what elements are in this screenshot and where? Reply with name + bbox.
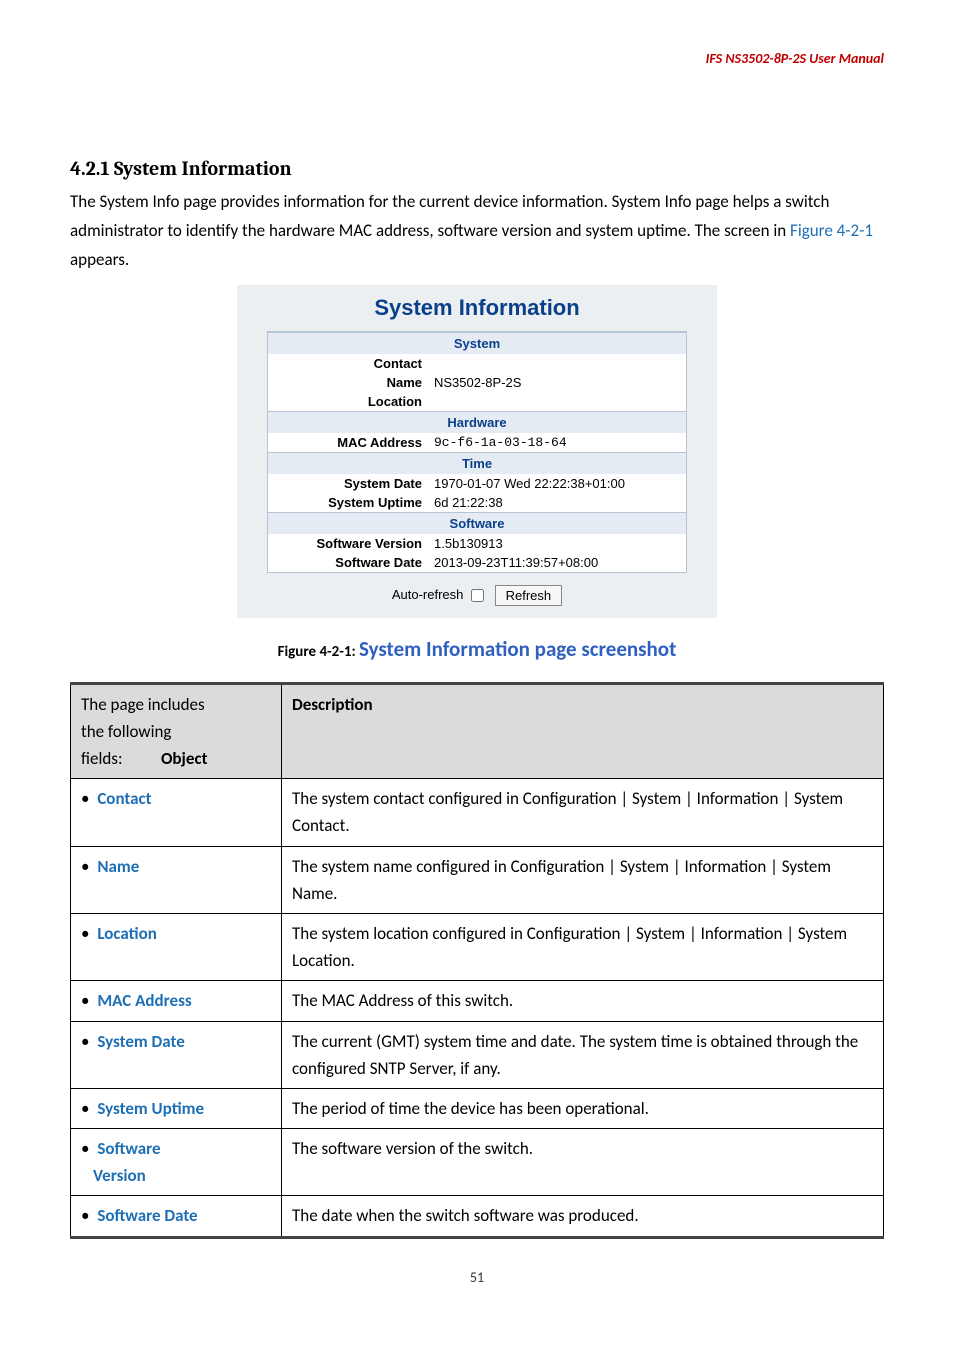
name-value: NS3502-8P-2S	[430, 373, 686, 392]
table-header-description: Description	[282, 683, 884, 779]
object-contact: Contact	[97, 788, 151, 809]
mac-label: MAC Address	[268, 433, 430, 452]
desc-contact: The system contact configured in Configu…	[282, 779, 884, 846]
desc-software-version: The software version of the switch.	[282, 1129, 884, 1196]
table-row: • Contact The system contact configured …	[71, 779, 884, 846]
description-table: The page includes the following fields: …	[70, 682, 884, 1239]
table-row: • MAC Address The MAC Address of this sw…	[71, 981, 884, 1021]
desc-system-uptime: The period of time the device has been o…	[282, 1088, 884, 1128]
object-software-version-l1: Software	[97, 1138, 160, 1159]
table-row: • Software Version The software version …	[71, 1129, 884, 1196]
group-header-time: Time	[268, 452, 686, 474]
table-row: • Location The system location configure…	[71, 913, 884, 980]
table-row: • Software Date The date when the switch…	[71, 1196, 884, 1237]
desc-mac-address: The MAC Address of this switch.	[282, 981, 884, 1021]
system-date-value: 1970-01-07 Wed 22:22:38+01:00	[430, 474, 686, 493]
contact-label: Contact	[268, 354, 430, 373]
object-software-version-l2: Version	[93, 1165, 146, 1186]
auto-refresh-label: Auto-refresh	[392, 587, 464, 602]
group-header-software: Software	[268, 512, 686, 534]
header-line2: the following	[81, 718, 271, 745]
object-system-date: System Date	[97, 1031, 184, 1052]
figure-label: Figure 4-2-1:	[278, 643, 359, 661]
figure-link: Figure 4-2-1	[790, 220, 873, 241]
software-date-value: 2013-09-23T11:39:57+08:00	[430, 553, 686, 572]
intro-text-1: The System Info page provides informatio…	[70, 191, 829, 241]
intro-paragraph: The System Info page provides informatio…	[70, 188, 884, 275]
group-header-system: System	[268, 332, 686, 354]
name-label: Name	[268, 373, 430, 392]
desc-name: The system name configured in Configurat…	[282, 846, 884, 913]
page-number: 51	[70, 1269, 884, 1286]
contact-value	[430, 354, 686, 373]
desc-system-date: The current (GMT) system time and date. …	[282, 1021, 884, 1088]
section-title: 4.2.1 System Information	[70, 157, 884, 180]
refresh-button[interactable]: Refresh	[495, 585, 563, 606]
header-description: Description	[292, 694, 373, 715]
table-row: • Name The system name configured in Con…	[71, 846, 884, 913]
object-name: Name	[97, 856, 139, 877]
figure-title: System Information page screenshot	[359, 636, 676, 662]
mac-value: 9c-f6-1a-03-18-64	[430, 433, 686, 452]
auto-refresh-checkbox[interactable]	[471, 589, 484, 602]
software-version-label: Software Version	[268, 534, 430, 553]
table-row: • System Date The current (GMT) system t…	[71, 1021, 884, 1088]
location-value	[430, 392, 686, 411]
desc-software-date: The date when the switch software was pr…	[282, 1196, 884, 1237]
panel-title: System Information	[267, 295, 687, 321]
location-label: Location	[268, 392, 430, 411]
header-line3b: Object	[161, 748, 208, 769]
figure-caption: Figure 4-2-1: System Information page sc…	[70, 636, 884, 662]
software-date-label: Software Date	[268, 553, 430, 572]
section-number: 4.2.1	[70, 157, 110, 180]
intro-text-2: appears.	[70, 249, 129, 270]
system-uptime-value: 6d 21:22:38	[430, 493, 686, 512]
system-uptime-label: System Uptime	[268, 493, 430, 512]
system-info-panel: System Information System Contact Name N…	[237, 285, 717, 618]
object-system-uptime: System Uptime	[97, 1098, 204, 1119]
table-row: • System Uptime The period of time the d…	[71, 1088, 884, 1128]
group-header-hardware: Hardware	[268, 411, 686, 433]
header-line1: The page includes	[81, 691, 271, 718]
document-header: IFS NS3502-8P-2S User Manual	[70, 50, 884, 67]
object-location: Location	[97, 923, 157, 944]
section-name: System Information	[114, 157, 292, 180]
object-software-date: Software Date	[97, 1205, 197, 1226]
system-date-label: System Date	[268, 474, 430, 493]
object-mac-address: MAC Address	[97, 990, 191, 1011]
table-header-object: The page includes the following fields: …	[71, 683, 282, 779]
header-line3a: fields:	[81, 748, 123, 769]
desc-location: The system location configured in Config…	[282, 913, 884, 980]
software-version-value: 1.5b130913	[430, 534, 686, 553]
